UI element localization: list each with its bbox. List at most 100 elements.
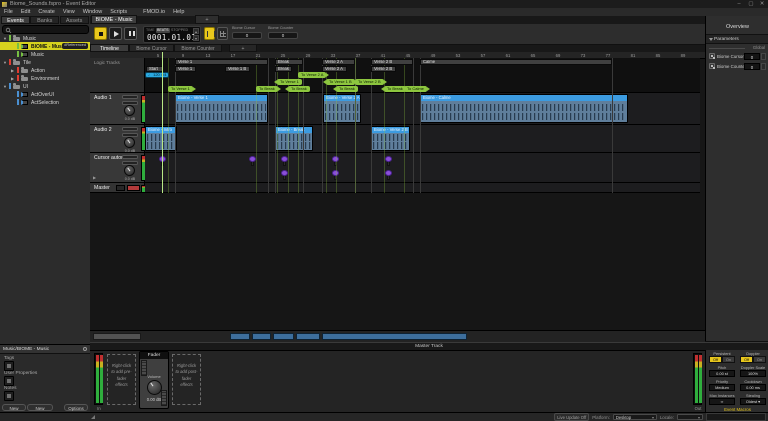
track-header-master[interactable]: Master bbox=[90, 183, 145, 193]
track-header-audio-1[interactable]: Audio 10.0 dB bbox=[90, 93, 145, 125]
user-properties-add-button[interactable] bbox=[4, 376, 14, 386]
track-button[interactable] bbox=[122, 161, 138, 165]
track-lane-audio-2[interactable] bbox=[145, 125, 700, 153]
timecode-up-button[interactable] bbox=[193, 28, 199, 34]
automation-point[interactable] bbox=[385, 156, 392, 162]
search-box[interactable] bbox=[2, 25, 89, 34]
transition-marker-to-break[interactable]: To Break bbox=[288, 86, 310, 92]
transition-marker-to-break[interactable]: To Break bbox=[384, 86, 406, 92]
macro-value-stealing[interactable]: Oldest ▾ bbox=[740, 398, 766, 405]
destination-marker-verse-2-a[interactable]: Verse 2 A bbox=[322, 66, 347, 72]
parameter-value[interactable]: 0 bbox=[744, 63, 760, 70]
playhead[interactable] bbox=[162, 52, 163, 193]
destination-marker-break[interactable]: Break bbox=[275, 66, 292, 72]
tab-events[interactable]: Events bbox=[1, 16, 30, 24]
pin-icon[interactable] bbox=[83, 347, 87, 351]
toggle-off[interactable]: Off bbox=[740, 356, 753, 363]
locale-select[interactable] bbox=[677, 414, 703, 420]
volume-knob[interactable] bbox=[147, 380, 162, 395]
track-header-cursor-automation[interactable]: Cursor automation0.0 dB▶ bbox=[90, 153, 145, 183]
clip-biome-break[interactable]: Biome - Break bbox=[275, 126, 313, 151]
destination-marker-verse-2-b[interactable]: Verse 2 B bbox=[371, 66, 396, 72]
clip-biome-intro[interactable]: Biome - Intro bbox=[145, 126, 177, 151]
menu-create[interactable]: Create bbox=[34, 8, 59, 16]
tab-assets[interactable]: Assets bbox=[60, 16, 89, 24]
menu-edit[interactable]: Edit bbox=[17, 8, 34, 16]
tempo-marker[interactable]: ♩ 120 4/4 bbox=[145, 72, 169, 78]
timecode-down-button[interactable] bbox=[193, 35, 199, 41]
toggle-on[interactable]: On bbox=[722, 356, 735, 363]
macro-value-doppler-scale[interactable]: 100% bbox=[740, 370, 766, 377]
tree-folder-music[interactable]: ▼Music bbox=[0, 34, 90, 42]
overview-clip-block[interactable] bbox=[296, 333, 320, 340]
parameter-menu-button[interactable] bbox=[761, 53, 766, 60]
chevron-right-icon[interactable]: ▶ bbox=[11, 68, 14, 73]
chevron-down-icon[interactable]: ▼ bbox=[3, 60, 7, 65]
search-input[interactable] bbox=[13, 26, 83, 33]
parameters-section-header[interactable]: Parameters bbox=[706, 34, 768, 44]
event-tab-biome-music[interactable]: BIOME - Music bbox=[91, 15, 137, 24]
tree-event-biome-music[interactable]: BIOME - Music#Referenced bbox=[0, 42, 90, 50]
overview-clip-block[interactable] bbox=[230, 333, 250, 340]
param-slider-biome-counter[interactable]: 0 bbox=[268, 32, 298, 39]
destination-marker-verse-1-b[interactable]: Verse 1 B bbox=[225, 66, 250, 72]
region-marker-verse-2-b[interactable]: Verse 2 B bbox=[371, 59, 413, 65]
transition-marker-to-verse-2-b[interactable]: To Verse 2 B bbox=[355, 79, 384, 85]
overview-clip-block[interactable] bbox=[252, 333, 271, 340]
new-folder-button[interactable]: New Folder bbox=[27, 404, 53, 411]
overview-clip-block[interactable] bbox=[322, 333, 467, 340]
pre-fader-effects-slot[interactable]: Right-click to add pre-fader effects bbox=[107, 354, 136, 405]
stop-button[interactable] bbox=[94, 27, 107, 40]
clip-biome-calme[interactable]: Biome - Calme bbox=[420, 94, 628, 123]
tree-folder-tile[interactable]: ▼Tile bbox=[0, 58, 90, 66]
destination-marker-verse-1[interactable]: Verse 1 bbox=[175, 66, 196, 72]
post-fader-effects-slot[interactable]: Right-click to add post-fader effects bbox=[172, 354, 201, 405]
chevron-down-icon[interactable]: ▼ bbox=[3, 36, 7, 41]
chevron-right-icon[interactable]: ▶ bbox=[11, 76, 14, 81]
maximize-button[interactable]: ▢ bbox=[746, 0, 756, 8]
expander-icon[interactable]: ▶ bbox=[93, 175, 96, 180]
tags-add-button[interactable] bbox=[4, 361, 14, 371]
transition-marker-to-verse-2-a[interactable]: To Verse 2 A bbox=[298, 72, 326, 78]
menu-fmod-io[interactable]: FMOD.io bbox=[139, 8, 169, 16]
minimize-button[interactable]: – bbox=[734, 0, 744, 8]
region-marker-break[interactable]: Break bbox=[275, 59, 303, 65]
pause-button[interactable] bbox=[124, 27, 137, 40]
chevron-down-icon[interactable]: ▼ bbox=[3, 84, 7, 89]
macro-value-priority[interactable]: Medium bbox=[709, 384, 735, 391]
automation-point[interactable] bbox=[385, 170, 392, 176]
macro-value-cooldown[interactable]: 0.00 ms bbox=[740, 384, 766, 391]
param-slider-biome-cursor[interactable]: 0 bbox=[232, 32, 262, 39]
close-button[interactable]: ✕ bbox=[757, 0, 767, 8]
track-button[interactable] bbox=[122, 95, 138, 99]
region-marker-calme[interactable]: Calme bbox=[420, 59, 612, 65]
sheet-tab-timeline[interactable]: Timeline bbox=[90, 44, 129, 52]
track-volume-knob[interactable] bbox=[124, 105, 135, 116]
region-marker-verse-1[interactable]: Verse 1 bbox=[175, 59, 268, 65]
track-header-audio-2[interactable]: Audio 20.0 dB bbox=[90, 125, 145, 153]
track-button[interactable] bbox=[122, 133, 138, 137]
track-button[interactable] bbox=[122, 155, 138, 159]
macro-value-max-instances[interactable]: ∞ bbox=[709, 398, 735, 405]
track-button[interactable] bbox=[122, 101, 138, 105]
destination-marker-start[interactable]: Start bbox=[146, 66, 163, 72]
follow-playhead-button[interactable] bbox=[204, 27, 215, 40]
transition-marker-to-calme[interactable]: To Calme bbox=[404, 86, 427, 92]
transition-marker-to-break[interactable]: To Break bbox=[336, 86, 358, 92]
transition-marker-to-break[interactable]: To Break bbox=[256, 86, 278, 92]
transition-marker-to-verse-1-b[interactable]: To Verse 1 B bbox=[326, 79, 355, 85]
sheet-tab-biome-cursor[interactable]: Biome Cursor bbox=[129, 44, 174, 52]
master-route-select[interactable] bbox=[116, 185, 125, 191]
menu-help[interactable]: Help bbox=[169, 8, 188, 16]
snap-to-grid-button[interactable] bbox=[217, 27, 228, 40]
deck-resize-handle[interactable] bbox=[91, 415, 95, 419]
track-volume-knob[interactable] bbox=[124, 165, 135, 176]
options-button[interactable]: Options bbox=[64, 404, 88, 411]
automation-point[interactable] bbox=[281, 170, 288, 176]
tree-folder-environment[interactable]: ▶Environment bbox=[0, 74, 90, 82]
automation-point[interactable] bbox=[249, 156, 256, 162]
menu-file[interactable]: File bbox=[0, 8, 17, 16]
tree-event-actoverui[interactable]: ActOverUI bbox=[0, 90, 90, 98]
toggle-off[interactable]: Off bbox=[709, 356, 722, 363]
tab-banks[interactable]: Banks bbox=[30, 16, 59, 24]
